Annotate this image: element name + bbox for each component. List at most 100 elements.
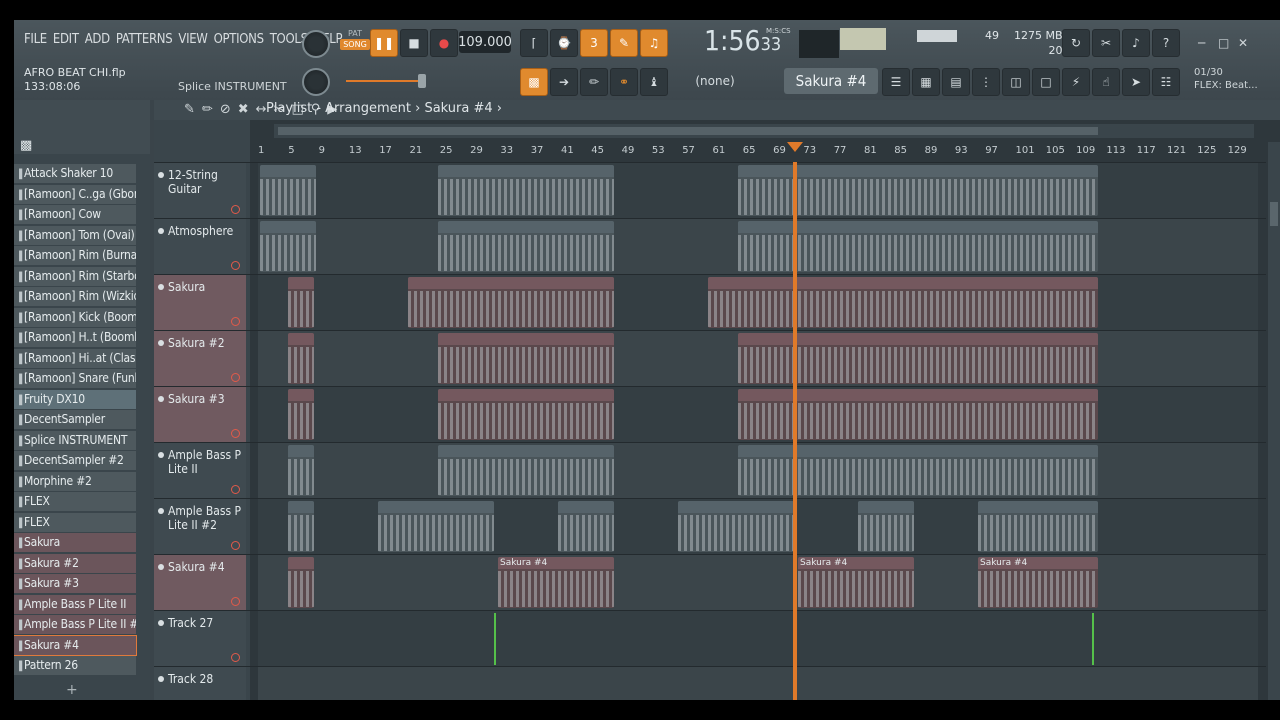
delete-icon[interactable]: ⊘ xyxy=(220,102,231,117)
pencil-icon[interactable]: ✏ xyxy=(580,68,608,96)
channel-item[interactable]: [Ramoon] Cow xyxy=(14,205,136,224)
track-lane[interactable] xyxy=(258,499,1258,554)
channel-item[interactable]: Attack Shaker 10 xyxy=(14,164,136,183)
track-name[interactable]: Sakura xyxy=(154,275,246,330)
file-icon[interactable]: □ xyxy=(1032,68,1060,96)
touch-icon[interactable]: ☝ xyxy=(1092,68,1120,96)
blend-notes-button[interactable]: ♫ xyxy=(640,29,668,57)
track-lane[interactable] xyxy=(258,275,1258,330)
automation-marker[interactable] xyxy=(494,613,496,665)
pattern-clip[interactable] xyxy=(408,277,614,328)
record-arm-icon[interactable] xyxy=(231,541,240,550)
piano-roll-icon[interactable]: ▩ xyxy=(520,68,548,96)
scissors-icon[interactable]: ✂ xyxy=(1092,29,1120,57)
pitch-slider-handle[interactable] xyxy=(418,74,426,88)
pattern-clip[interactable] xyxy=(738,165,1098,216)
stop-button[interactable]: ■ xyxy=(400,29,428,57)
channel-item[interactable]: FLEX xyxy=(14,512,136,532)
record-arm-icon[interactable] xyxy=(231,653,240,662)
pattern-clip[interactable] xyxy=(260,221,316,272)
menu-edit[interactable]: EDIT xyxy=(53,32,79,47)
playhead[interactable] xyxy=(793,162,797,700)
channel-item[interactable]: Sakura #4 xyxy=(14,634,137,656)
pattern-clip[interactable] xyxy=(378,501,494,552)
channel-item[interactable]: [Ramoon] Snare (Funky) xyxy=(14,369,136,388)
pattern-clip[interactable] xyxy=(978,501,1098,552)
pattern-clip[interactable] xyxy=(438,389,614,440)
track-mute-icon[interactable] xyxy=(158,620,164,626)
plug-icon[interactable]: ⚡ xyxy=(1062,68,1090,96)
record-arm-icon[interactable] xyxy=(231,429,240,438)
track-lane[interactable] xyxy=(258,219,1258,274)
track-lane[interactable] xyxy=(258,387,1258,442)
countdown-button[interactable]: 3 xyxy=(580,29,608,57)
track-lane[interactable] xyxy=(258,163,1258,218)
cart-icon[interactable]: ☷ xyxy=(1152,68,1180,96)
track-name[interactable]: Track 28 xyxy=(154,667,246,700)
menu-options[interactable]: OPTIONS xyxy=(214,32,264,47)
mixer-icon[interactable]: ☰ xyxy=(882,68,910,96)
channel-item[interactable]: Ample Bass P Lite II #2 xyxy=(14,615,136,634)
channel-item[interactable]: Sakura xyxy=(14,533,136,552)
pattern-clip[interactable] xyxy=(738,445,1098,496)
track-name[interactable]: Sakura #2 xyxy=(154,331,246,386)
channel-item[interactable]: DecentSampler xyxy=(14,410,136,429)
stamp-icon[interactable]: ♝ xyxy=(640,68,668,96)
channel-item[interactable]: FLEX xyxy=(14,492,136,511)
track-mute-icon[interactable] xyxy=(158,452,164,458)
track-name[interactable]: Ample Bass P Lite II #2 xyxy=(154,499,246,554)
bar-ruler[interactable]: 1 5 9 13 17 21 25 29 33 37 41 45 49 53 57 61 65 69 73 77 81 8… xyxy=(258,142,1258,160)
track-mute-icon[interactable] xyxy=(158,396,164,402)
pattern-clip[interactable] xyxy=(438,445,614,496)
wait-input-button[interactable]: ⌚ xyxy=(550,29,578,57)
track-lane[interactable] xyxy=(258,443,1258,498)
help-icon[interactable]: ? xyxy=(1152,29,1180,57)
record-arm-icon[interactable] xyxy=(231,261,240,270)
record-arm-icon[interactable] xyxy=(231,373,240,382)
pattern-selector[interactable]: Sakura #4 xyxy=(784,68,878,94)
pattern-clip[interactable]: Sakura #4 xyxy=(978,557,1098,608)
channel-item[interactable]: Fruity DX10 xyxy=(14,389,136,409)
minimize-icon[interactable]: ─ xyxy=(1198,36,1205,50)
microphone-icon[interactable]: ♪ xyxy=(1122,29,1150,57)
record-arm-icon[interactable] xyxy=(231,317,240,326)
pattern-clip[interactable] xyxy=(288,557,314,608)
menu-file[interactable]: FILE xyxy=(24,32,47,47)
track-lane[interactable] xyxy=(258,331,1258,386)
sliders-icon[interactable]: ⋮ xyxy=(972,68,1000,96)
track-name[interactable]: Atmosphere xyxy=(154,219,246,274)
track-lane[interactable] xyxy=(258,611,1258,666)
mute-icon[interactable]: ✖ xyxy=(238,102,249,117)
menu-view[interactable]: VIEW xyxy=(178,32,208,47)
menu-patterns[interactable]: PATTERNS xyxy=(116,32,173,47)
paint-icon[interactable]: ✏ xyxy=(202,102,213,117)
pattern-clip[interactable] xyxy=(438,221,614,272)
record-arm-icon[interactable] xyxy=(231,485,240,494)
horizontal-scrollbar[interactable] xyxy=(274,124,1254,138)
link-icon[interactable]: ⚭ xyxy=(610,68,638,96)
track-name[interactable]: Track 27 xyxy=(154,611,246,666)
slip-icon[interactable]: ↔ xyxy=(256,102,267,117)
metronome-button[interactable]: ⌈ xyxy=(520,29,548,57)
channel-item[interactable]: Splice INSTRUMENT xyxy=(14,430,136,450)
channel-item[interactable]: [Ramoon] C..ga (Gbona) xyxy=(14,184,136,204)
channel-item[interactable]: [Ramoon] Tom (Ovai) xyxy=(14,225,136,245)
pattern-clip[interactable] xyxy=(288,445,314,496)
playhead-marker[interactable] xyxy=(787,142,803,152)
track-mute-icon[interactable] xyxy=(158,508,164,514)
master-volume-knob[interactable] xyxy=(302,30,330,58)
pattern-clip[interactable] xyxy=(738,221,1098,272)
track-mute-icon[interactable] xyxy=(158,284,164,290)
piano-icon[interactable]: ▩ xyxy=(20,138,32,153)
maximize-icon[interactable]: □ xyxy=(1218,36,1229,50)
channel-item[interactable]: DecentSampler #2 xyxy=(14,451,136,470)
pattern-clip[interactable] xyxy=(678,501,794,552)
menu-add[interactable]: ADD xyxy=(85,32,110,47)
track-lane[interactable]: Sakura #4 Sakura #4 Sakura #4 xyxy=(258,555,1258,610)
channel-item[interactable]: [Ramoon] Hi..at (Classic) xyxy=(14,348,136,368)
track-mute-icon[interactable] xyxy=(158,340,164,346)
channel-item[interactable]: [Ramoon] Rim (Starboy) xyxy=(14,266,136,286)
pattern-clip[interactable] xyxy=(288,277,314,328)
channel-item[interactable]: Ample Bass P Lite II xyxy=(14,594,136,614)
track-name[interactable]: 12-String Guitar xyxy=(154,163,246,218)
